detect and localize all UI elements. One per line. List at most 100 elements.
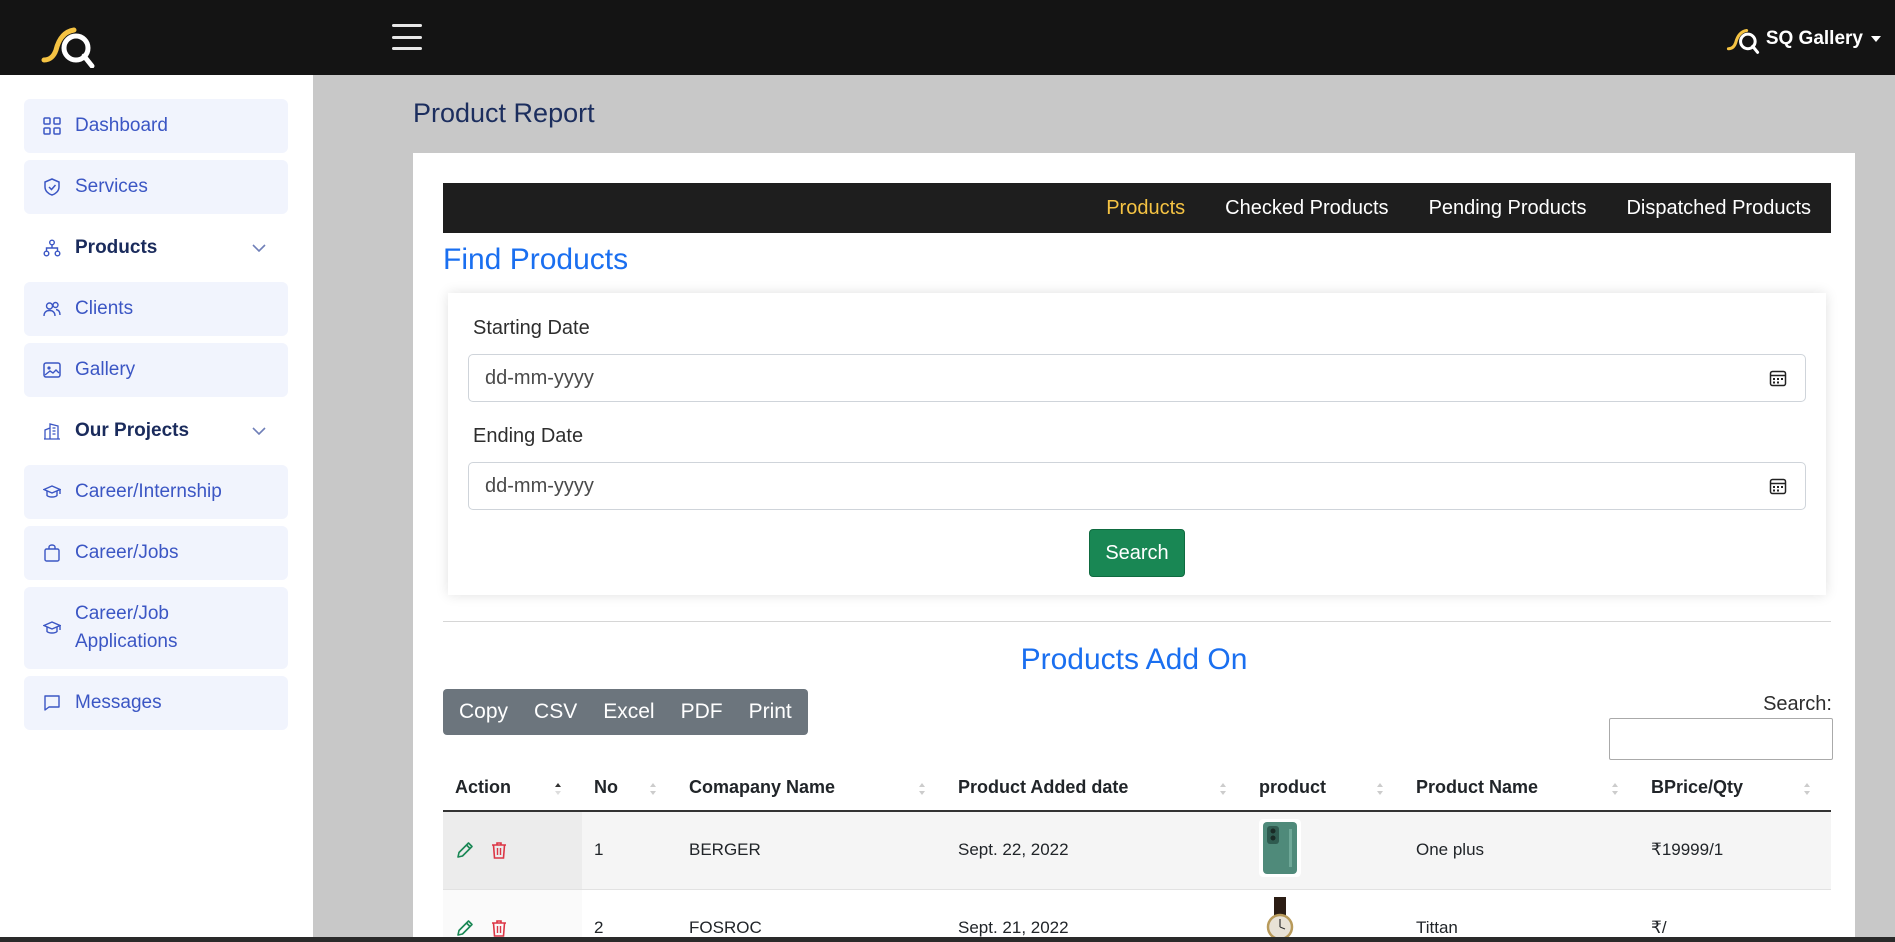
cell-product-image: [1247, 889, 1404, 942]
find-products-heading: Find Products: [443, 243, 629, 276]
sort-icon: [1220, 783, 1226, 795]
sort-icon: [650, 783, 656, 795]
user-menu[interactable]: SQ Gallery: [1726, 22, 1881, 56]
delete-trash-icon[interactable]: [489, 918, 509, 938]
search-button[interactable]: Search: [1089, 529, 1185, 577]
user-avatar-logo: [1726, 28, 1759, 54]
sidebar-item-career-internship[interactable]: Career/Internship: [24, 465, 288, 519]
products-table: Action No Comapany Name Product Added da…: [443, 765, 1831, 942]
tab-checked-products[interactable]: Checked Products: [1225, 197, 1388, 220]
cell-bprice-qty: ₹/: [1639, 889, 1831, 942]
sidebar-item-label: Career/Internship: [75, 481, 222, 502]
table-search-input[interactable]: [1609, 718, 1833, 760]
cell-company-name: FOSROC: [677, 889, 946, 942]
export-button-group: Copy CSV Excel PDF Print: [443, 689, 808, 735]
building-icon: [44, 423, 60, 440]
user-name: SQ Gallery: [1765, 28, 1863, 49]
column-header-product-name[interactable]: Product Name: [1404, 765, 1639, 812]
calendar-icon[interactable]: [1769, 369, 1787, 387]
cell-product-name: Tittan: [1404, 889, 1639, 942]
tab-products[interactable]: Products: [1106, 197, 1185, 220]
products-add-on-heading: Products Add On: [1020, 643, 1248, 676]
copy-button[interactable]: Copy: [443, 689, 521, 735]
starting-date-value: dd-mm-yyyy: [485, 366, 594, 389]
sort-icon: [1377, 783, 1383, 795]
sidebar-item-dashboard[interactable]: Dashboard: [24, 99, 288, 153]
row-actions: [443, 889, 582, 942]
sidebar-item-career-job-applications[interactable]: Career/Job Applications: [24, 587, 288, 669]
grid-icon: [43, 117, 61, 135]
hamburger-menu-icon[interactable]: [392, 24, 422, 50]
sort-icon: [1612, 783, 1618, 795]
column-header-label: Product Added date: [958, 777, 1129, 797]
sidebar-item-label: Products: [75, 237, 158, 258]
column-header-action[interactable]: Action: [443, 765, 582, 812]
sidebar-item-gallery[interactable]: Gallery: [24, 343, 288, 397]
ending-date-value: dd-mm-yyyy: [485, 474, 594, 497]
edit-pencil-icon[interactable]: [455, 840, 475, 860]
shield-icon: [44, 178, 60, 196]
column-header-no[interactable]: No: [582, 765, 677, 812]
sidebar-item-label: Career/Jobs: [75, 542, 179, 563]
table-search-label: Search:: [1763, 693, 1832, 715]
print-button[interactable]: Print: [736, 689, 808, 735]
column-header-product[interactable]: product: [1247, 765, 1404, 812]
sidebar-item-our-projects[interactable]: Our Projects: [24, 404, 288, 458]
column-header-label: BPrice/Qty: [1651, 777, 1744, 797]
column-header-company-name[interactable]: Comapany Name: [677, 765, 946, 812]
sitemap-icon: [43, 239, 61, 257]
ending-date-input[interactable]: dd-mm-yyyy: [468, 462, 1806, 510]
window-bottom-edge: [0, 937, 1895, 942]
sidebar-item-label: Messages: [75, 692, 162, 713]
table-row: 1 BERGER Sept. 22, 2022 One plus ₹19999/…: [443, 811, 1831, 890]
top-navbar: SQ Gallery: [0, 0, 1895, 75]
chevron-down-icon: [252, 244, 266, 252]
cell-product-added-date: Sept. 22, 2022: [946, 811, 1247, 890]
table-row: 2 FOSROC Sept. 21, 2022 Tittan ₹/: [443, 889, 1831, 942]
sidebar-item-career-jobs[interactable]: Career/Jobs: [24, 526, 288, 580]
graduation-cap-icon: [43, 485, 61, 498]
tab-pending-products[interactable]: Pending Products: [1429, 197, 1587, 220]
briefcase-icon: [44, 544, 60, 562]
image-icon: [43, 362, 61, 378]
ending-date-label: Ending Date: [473, 425, 584, 447]
tab-dispatched-products[interactable]: Dispatched Products: [1626, 197, 1811, 220]
column-header-bprice-qty[interactable]: BPrice/Qty: [1639, 765, 1831, 812]
caret-down-icon: [1871, 36, 1881, 42]
sidebar-item-label: Gallery: [75, 359, 136, 380]
delete-trash-icon[interactable]: [489, 840, 509, 860]
sidebar-item-label: Services: [75, 176, 148, 197]
find-products-form: Starting Date dd-mm-yyyy Ending Date dd-…: [448, 293, 1826, 595]
column-header-label: product: [1259, 777, 1326, 797]
sort-ascending-icon: [555, 783, 561, 795]
starting-date-input[interactable]: dd-mm-yyyy: [468, 354, 1806, 402]
sidebar-item-label: Clients: [75, 298, 134, 319]
watch-image[interactable]: [1259, 896, 1301, 942]
calendar-icon[interactable]: [1769, 477, 1787, 495]
brand-logo[interactable]: [40, 20, 96, 68]
csv-button[interactable]: CSV: [521, 689, 590, 735]
report-tabs: Products Checked Products Pending Produc…: [443, 183, 1831, 233]
sidebar-item-messages[interactable]: Messages: [24, 676, 288, 730]
chat-icon: [44, 695, 60, 711]
cell-product-name: One plus: [1404, 811, 1639, 890]
sidebar-item-label: Career/Job Applications: [75, 603, 178, 652]
cell-bprice-qty: ₹19999/1: [1639, 811, 1831, 890]
column-header-label: No: [594, 777, 618, 797]
cell-company-name: BERGER: [677, 811, 946, 890]
sidebar-item-services[interactable]: Services: [24, 160, 288, 214]
column-header-label: Product Name: [1416, 777, 1539, 797]
graduation-cap-icon: [43, 621, 61, 634]
edit-pencil-icon[interactable]: [455, 918, 475, 938]
excel-button[interactable]: Excel: [590, 689, 667, 735]
pdf-button[interactable]: PDF: [668, 689, 736, 735]
users-icon: [43, 301, 61, 317]
cell-no: 2: [582, 889, 677, 942]
starting-date-label: Starting Date: [473, 317, 590, 339]
column-header-product-added-date[interactable]: Product Added date: [946, 765, 1247, 812]
sidebar-item-products[interactable]: Products: [24, 221, 288, 275]
sidebar-item-clients[interactable]: Clients: [24, 282, 288, 336]
cell-product-added-date: Sept. 21, 2022: [946, 889, 1247, 942]
report-panel: Products Checked Products Pending Produc…: [413, 153, 1855, 942]
phone-image[interactable]: [1259, 818, 1301, 877]
